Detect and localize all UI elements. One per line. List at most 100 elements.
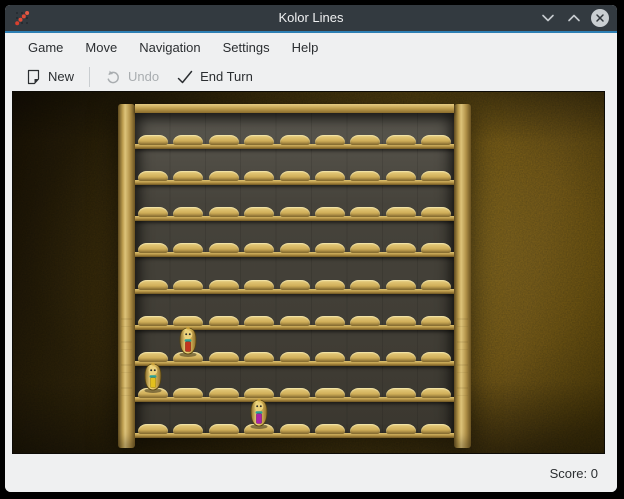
board-cell[interactable] [173, 135, 203, 145]
end-turn-button[interactable]: End Turn [168, 66, 262, 87]
game-piece-magenta[interactable] [246, 398, 272, 430]
menubar: Game Move Navigation Settings Help [5, 33, 617, 62]
board-cell[interactable] [280, 280, 310, 290]
board-cell[interactable] [173, 280, 203, 290]
board-cell[interactable] [209, 388, 239, 398]
board-cell[interactable] [315, 316, 345, 326]
board-cell[interactable] [138, 280, 168, 290]
board-cell[interactable] [280, 243, 310, 253]
window-title: Kolor Lines [5, 5, 617, 31]
board-cell[interactable] [350, 388, 380, 398]
board-cell[interactable] [173, 424, 203, 434]
board-cell[interactable] [138, 135, 168, 145]
board-cell[interactable] [350, 316, 380, 326]
board-cell[interactable] [386, 316, 416, 326]
board-cell[interactable] [315, 171, 345, 181]
menu-move[interactable]: Move [74, 36, 128, 59]
titlebar[interactable]: Kolor Lines [5, 5, 617, 31]
board-cell[interactable] [315, 243, 345, 253]
board-cell[interactable] [315, 280, 345, 290]
board-cell[interactable] [209, 424, 239, 434]
board-cell[interactable] [386, 135, 416, 145]
board-cell[interactable] [173, 207, 203, 217]
board-cell[interactable] [244, 243, 274, 253]
board-cell[interactable] [386, 207, 416, 217]
board-cell[interactable] [173, 388, 203, 398]
board-cell[interactable] [244, 171, 274, 181]
board-cell[interactable] [280, 424, 310, 434]
board-cell[interactable] [350, 135, 380, 145]
new-button[interactable]: New [17, 66, 83, 88]
new-button-label: New [48, 69, 74, 84]
board-cell[interactable] [421, 388, 451, 398]
board-cell[interactable] [209, 171, 239, 181]
maximize-button[interactable] [565, 9, 583, 27]
board-cell[interactable] [280, 171, 310, 181]
board-cell[interactable] [244, 388, 274, 398]
board-cell[interactable] [244, 207, 274, 217]
undo-button[interactable]: Undo [96, 66, 168, 88]
board-cell[interactable] [421, 243, 451, 253]
board-cell[interactable] [173, 316, 203, 326]
board-cell[interactable] [421, 171, 451, 181]
board-cell[interactable] [138, 352, 168, 362]
menu-settings[interactable]: Settings [212, 36, 281, 59]
board-cell[interactable] [315, 207, 345, 217]
board-cell[interactable] [315, 424, 345, 434]
board-cell[interactable] [421, 280, 451, 290]
board-left-rail [118, 104, 135, 448]
board-cell[interactable] [350, 352, 380, 362]
board-cell[interactable] [138, 424, 168, 434]
shelf-bar [135, 216, 454, 221]
board-cell[interactable] [350, 243, 380, 253]
board-cell[interactable] [421, 352, 451, 362]
board-cell[interactable] [315, 388, 345, 398]
close-button[interactable] [591, 9, 609, 27]
board-cell[interactable] [244, 280, 274, 290]
board-cell[interactable] [209, 316, 239, 326]
board-cell[interactable] [386, 388, 416, 398]
game-piece-red[interactable] [175, 326, 201, 358]
board-cell[interactable] [244, 135, 274, 145]
board-cell[interactable] [138, 171, 168, 181]
board-cell[interactable] [209, 280, 239, 290]
board-cell[interactable] [386, 424, 416, 434]
board-cell[interactable] [350, 424, 380, 434]
board-cell[interactable] [386, 171, 416, 181]
board-cell[interactable] [138, 207, 168, 217]
board-cell[interactable] [386, 280, 416, 290]
board-cell[interactable] [209, 135, 239, 145]
board-cell[interactable] [280, 388, 310, 398]
menu-help[interactable]: Help [281, 36, 330, 59]
board-cell[interactable] [315, 135, 345, 145]
menu-navigation[interactable]: Navigation [128, 36, 211, 59]
board-cell[interactable] [280, 207, 310, 217]
board-cell[interactable] [138, 243, 168, 253]
board-cell[interactable] [315, 352, 345, 362]
board-cell[interactable] [280, 352, 310, 362]
board-cell[interactable] [244, 316, 274, 326]
board-cell[interactable] [350, 207, 380, 217]
board-cell[interactable] [421, 424, 451, 434]
board-cell[interactable] [173, 243, 203, 253]
board-cell[interactable] [138, 316, 168, 326]
board-cell[interactable] [244, 352, 274, 362]
board-cell[interactable] [350, 280, 380, 290]
menu-game[interactable]: Game [17, 36, 74, 59]
board-cell[interactable] [421, 135, 451, 145]
board-cell[interactable] [386, 352, 416, 362]
board-cell[interactable] [421, 207, 451, 217]
board-cell[interactable] [280, 316, 310, 326]
checkmark-icon [177, 70, 193, 84]
board-cell[interactable] [421, 316, 451, 326]
minimize-button[interactable] [539, 9, 557, 27]
board-cell[interactable] [209, 243, 239, 253]
game-piece-yellow[interactable] [140, 362, 166, 394]
board-cell[interactable] [386, 243, 416, 253]
board-cell[interactable] [209, 352, 239, 362]
board-cell[interactable] [209, 207, 239, 217]
board-cell[interactable] [173, 171, 203, 181]
toolbar: New Undo End Turn [5, 62, 617, 91]
board-cell[interactable] [350, 171, 380, 181]
board-cell[interactable] [280, 135, 310, 145]
